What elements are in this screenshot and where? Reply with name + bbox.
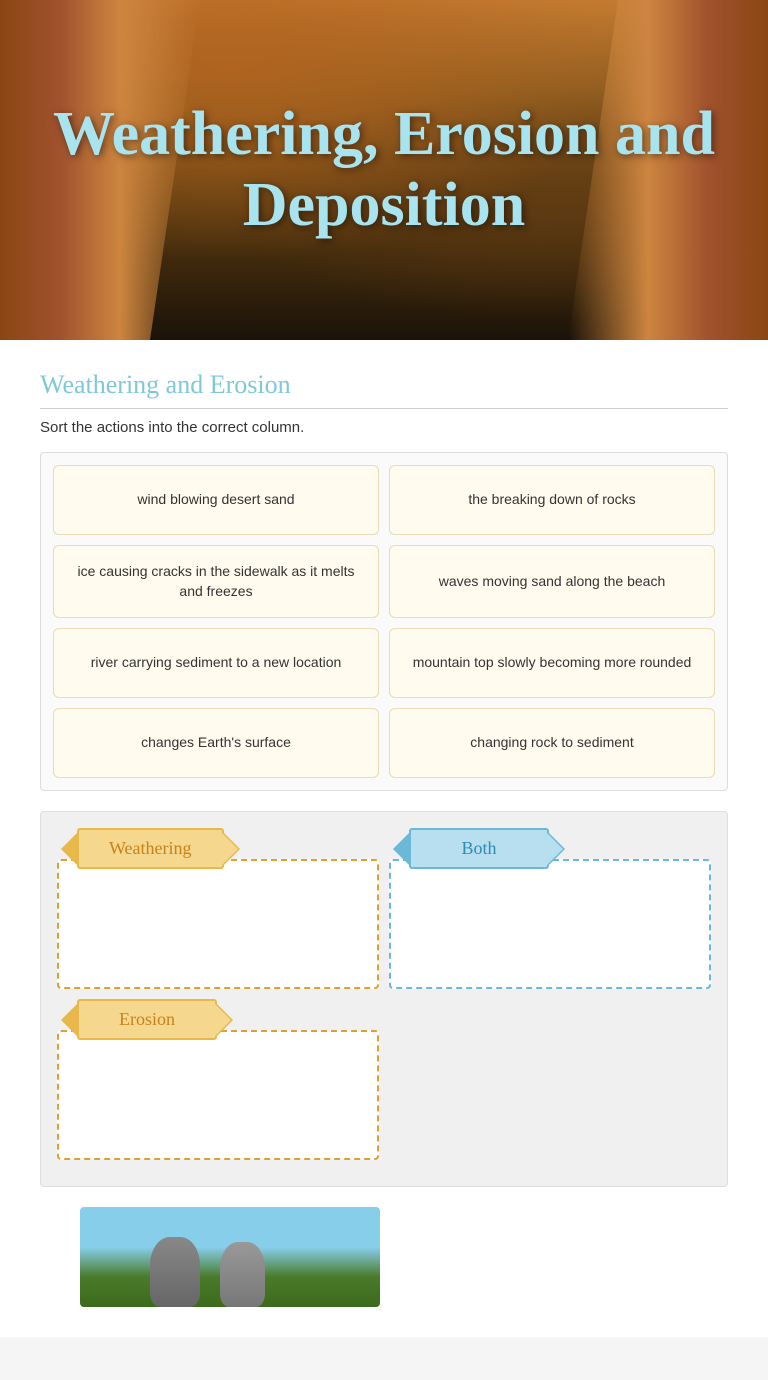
main-content: Weathering and Erosion Sort the actions …: [0, 340, 768, 1337]
weathering-label: Weathering: [77, 828, 224, 869]
erosion-banner: Erosion: [77, 999, 217, 1040]
list-item[interactable]: changing rock to sediment: [389, 708, 715, 778]
list-item[interactable]: river carrying sediment to a new locatio…: [53, 628, 379, 698]
cards-grid: wind blowing desert sand the breaking do…: [53, 465, 715, 778]
list-item[interactable]: wind blowing desert sand: [53, 465, 379, 535]
cards-container: wind blowing desert sand the breaking do…: [40, 452, 728, 791]
list-item[interactable]: ice causing cracks in the sidewalk as it…: [53, 545, 379, 618]
list-item[interactable]: waves moving sand along the beach: [389, 545, 715, 618]
both-banner: Both: [409, 828, 549, 869]
hero-title: Weathering, Erosion and Deposition: [0, 79, 768, 262]
section-title: Weathering and Erosion: [40, 370, 728, 409]
sort-grid-bottom: Erosion: [57, 999, 711, 1160]
sort-grid-top: Weathering Both: [57, 828, 711, 989]
list-item[interactable]: the breaking down of rocks: [389, 465, 715, 535]
erosion-drop-zone[interactable]: [57, 1030, 379, 1160]
both-label: Both: [409, 828, 549, 869]
weathering-drop-zone[interactable]: [57, 859, 379, 989]
weathering-banner: Weathering: [77, 828, 224, 869]
sort-container: Weathering Both: [40, 811, 728, 1187]
rock-shape-1: [150, 1237, 200, 1307]
hero-section: Weathering, Erosion and Deposition: [0, 0, 768, 340]
instructions: Sort the actions into the correct column…: [40, 419, 728, 436]
rock-shape-2: [220, 1242, 265, 1307]
both-drop-zone[interactable]: [389, 859, 711, 989]
list-item[interactable]: changes Earth's surface: [53, 708, 379, 778]
bottom-image: [80, 1207, 380, 1307]
erosion-column: Erosion: [57, 999, 379, 1160]
erosion-label: Erosion: [77, 999, 217, 1040]
list-item[interactable]: mountain top slowly becoming more rounde…: [389, 628, 715, 698]
both-column: Both: [389, 828, 711, 989]
weathering-column: Weathering: [57, 828, 379, 989]
